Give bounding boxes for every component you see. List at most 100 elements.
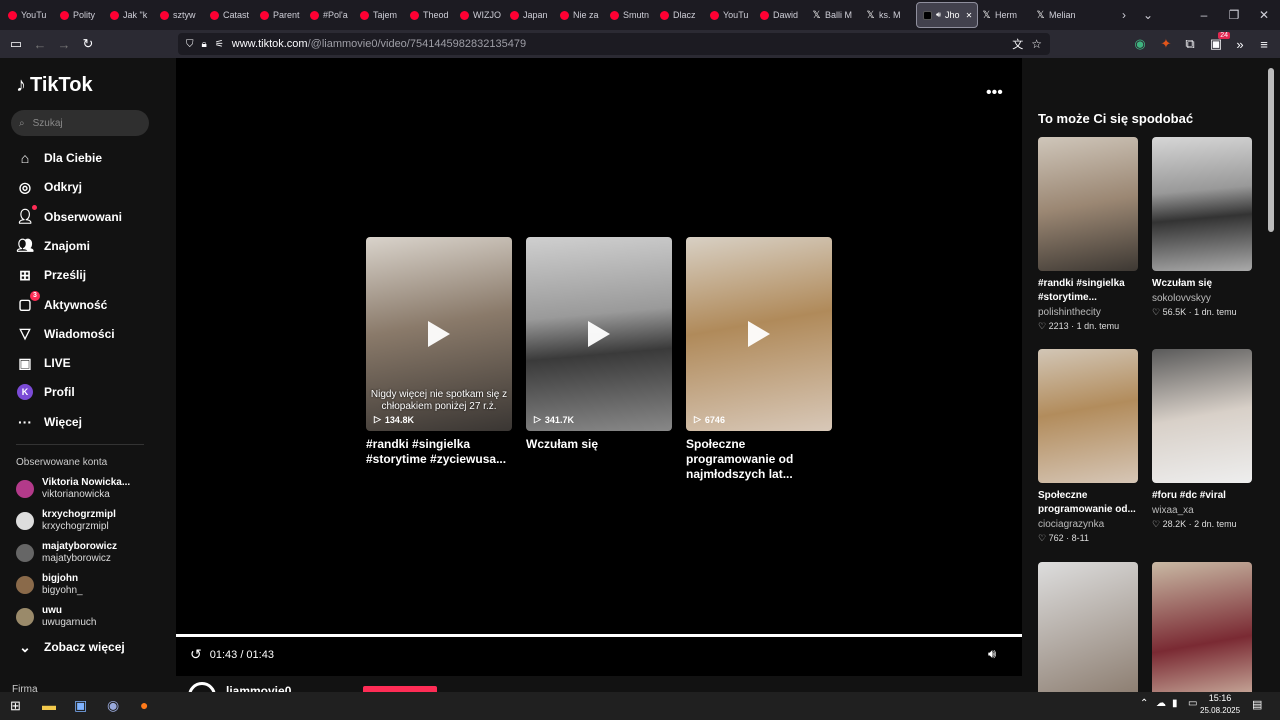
sidebar-toggle-icon[interactable]: ▭ [6,34,26,54]
thumbnail[interactable] [1152,349,1252,483]
video-author[interactable]: polishinthecity [1038,307,1138,318]
play-icon[interactable] [748,321,770,347]
notifications-icon[interactable]: ▤ [1252,698,1262,711]
browser-tab[interactable]: 𝕏 Herm [982,2,1030,28]
sidebar-item-activity[interactable]: ▢ 3 Aktywność [16,290,107,317]
video-caption[interactable]: Wczułam się [1152,277,1252,291]
play-icon[interactable] [428,321,450,347]
thumbnail[interactable] [1038,349,1138,483]
video-title[interactable]: Wczułam się [526,437,672,452]
tab-close-icon[interactable]: ✕ [966,11,973,20]
volume-icon[interactable]: 🔊︎ [988,646,996,662]
cloud-icon[interactable]: ☁ [1156,698,1166,709]
see-more-button[interactable]: ⌄ Zobacz więcej [16,635,125,659]
play-icon[interactable] [588,321,610,347]
video-caption[interactable]: #randki #singielka #storytime... [1038,277,1138,305]
browser-tab[interactable]: Dawid [760,2,808,28]
translate-icon[interactable]: 文 [1012,36,1023,52]
list-item[interactable] [1152,562,1252,696]
browser-tab[interactable]: Catast [210,2,258,28]
video-caption[interactable]: #foru #dc #viral [1152,489,1252,503]
app-menu-icon[interactable]: ≡ [1254,34,1274,54]
window-close-button[interactable]: ✕ [1254,0,1274,30]
related-video-card[interactable]: ▷ 6746 Społeczne programowanie od najmłods… [686,237,832,482]
extension-fox-icon[interactable]: ✦ [1156,34,1176,54]
page-scrollbar[interactable] [1268,68,1274,232]
video-progress-bar[interactable] [176,634,1022,637]
back-button[interactable]: ← [30,34,50,54]
sidebar-item-home[interactable]: ⌂ Dla Ciebie [16,146,102,170]
tray-chevron-icon[interactable]: ⌃ [1140,698,1148,709]
sidebar-item-compass[interactable]: ◎ Odkryj [16,175,82,199]
browser-tab[interactable]: Polity [60,2,108,28]
window-restore-button[interactable]: ❐ [1224,0,1244,30]
related-video-card[interactable]: Nigdy więcej nie spotkam się z chłopakie… [366,237,512,467]
mic-icon[interactable]: ▮ [1172,698,1178,709]
browser-tab[interactable]: #Pol'a [310,2,358,28]
browser-tab[interactable]: Smutn [610,2,658,28]
steam-icon[interactable]: ◉ [107,697,119,714]
followed-account[interactable]: uwu uwugarnuch [16,605,96,629]
clock-time[interactable]: 15:16 [1204,693,1236,703]
sidebar-item-more[interactable]: ··· Więcej [16,410,82,434]
network-icon[interactable]: ▭ [1188,698,1197,709]
sidebar-item-following[interactable]: 👤︎ Obserwowani [16,204,122,229]
shield-icon[interactable]: ⛉ [186,39,194,50]
sidebar-item-profile[interactable]: K Profil [16,380,75,404]
recommended-video[interactable]: #foru #dc #viral wixaa_xa ♡ 28.2K · 2 dn. … [1152,349,1252,530]
more-options-icon[interactable]: ••• [986,84,1003,102]
browser-tab[interactable]: 𝕏 Melian [1036,2,1084,28]
recommended-video[interactable]: Społeczne programowanie od... ciociagrazy… [1038,349,1138,544]
permissions-icon[interactable]: ⚟ [215,39,224,50]
sidebar-item-live[interactable]: ▣ LIVE [16,351,70,375]
browser-tab[interactable]: WIZJO [460,2,508,28]
browser-tab[interactable]: Parent [260,2,308,28]
video-thumbnail[interactable]: Nigdy więcej nie spotkam się z chłopakie… [366,237,512,431]
search-input[interactable]: ⌕ Szukaj [11,110,149,136]
browser-tab[interactable]: 𝕏ks. M [866,2,914,28]
recommended-video[interactable]: #randki #singielka #storytime... polishin… [1038,137,1138,332]
monitor-app-icon[interactable]: ▣ [74,697,87,714]
url-bar[interactable]: ⛉ 🔒︎ ⚟ www.tiktok.com/@liammovie0/video/… [178,33,1050,55]
browser-tab[interactable]: Theod [410,2,458,28]
video-caption[interactable]: Społeczne programowanie od... [1038,489,1138,517]
browser-tab[interactable]: Tajem [360,2,408,28]
followed-account[interactable]: majatyborowicz majatyborowicz [16,541,117,565]
list-item[interactable] [1038,562,1138,696]
overflow-chevron-icon[interactable]: » [1230,34,1250,54]
recommended-video[interactable]: Wczułam się sokolovvskyy ♡ 56.5K · 1 dn. t… [1152,137,1252,318]
browser-tab[interactable]: Japan [510,2,558,28]
followed-account[interactable]: krxychogrzmipl krxychogrzmipl [16,509,116,533]
video-player-area[interactable]: ••• Nigdy więcej nie spotkam się z chłop… [176,58,1022,710]
browser-tab[interactable]: YouTu [8,2,56,28]
firefox-icon[interactable]: ● [140,697,148,713]
reload-button[interactable]: ↻ [78,34,98,54]
browser-tab[interactable]: 𝕏 Balli M [812,2,860,28]
tab-scroll-right-icon[interactable]: › [1116,0,1132,30]
video-thumbnail[interactable]: ▷ 341.7K [526,237,672,431]
sidebar-item-upload[interactable]: ⊞ Prześlij [16,263,86,287]
followed-account[interactable]: Viktoria Nowicka... viktorianowicka [16,477,130,501]
related-video-card[interactable]: ▷ 341.7K Wczułam się [526,237,672,452]
browser-tab[interactable]: Nie za [560,2,608,28]
video-title[interactable]: #randki #singielka #storytime #zyciewusa… [366,437,512,467]
thumbnail[interactable] [1152,137,1252,271]
video-thumbnail[interactable]: ▷ 6746 [686,237,832,431]
window-minimize-button[interactable]: – [1194,0,1214,30]
browser-tab[interactable]: YouTu [710,2,758,28]
browser-tab[interactable]: sztyw [160,2,208,28]
browser-tab[interactable]: Jak "k [110,2,158,28]
clock-date[interactable]: 25.08.2025 [1200,706,1240,715]
video-title[interactable]: Społeczne programowanie od najmłodszych … [686,437,832,482]
sidebar-item-friends[interactable]: 👥︎ Znajomi [16,234,90,258]
tab-audio-icon[interactable]: 🔊︎ [936,10,941,20]
extensions-puzzle-icon[interactable]: ⧉ [1180,34,1200,54]
video-author[interactable]: sokolovvskyy [1152,293,1252,304]
extension-shield-icon[interactable]: ◉ [1130,34,1150,54]
forward-button[interactable]: → [54,34,74,54]
file-explorer-icon[interactable]: ▬ [42,697,56,713]
thumbnail[interactable] [1038,137,1138,271]
extension-badge-icon[interactable]: ▣ 24 [1206,32,1230,54]
video-author[interactable]: ciociagrazynka [1038,519,1138,530]
followed-account[interactable]: bigjohn bigyohn_ [16,573,83,597]
